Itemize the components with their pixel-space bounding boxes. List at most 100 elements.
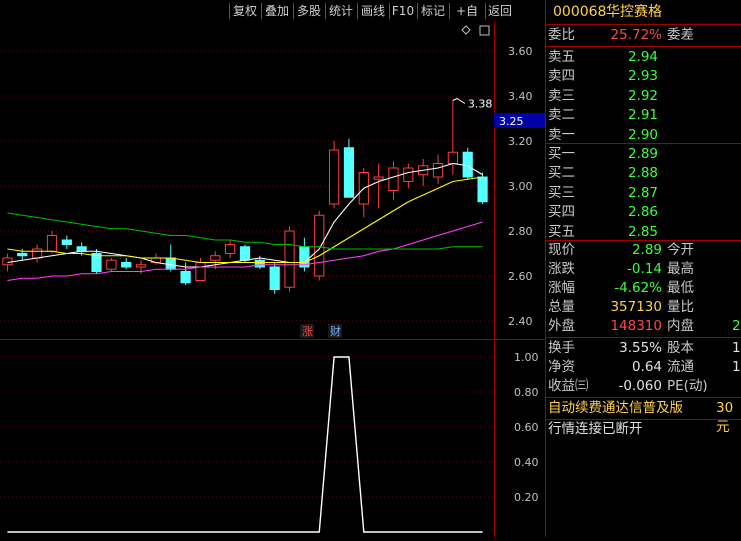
bid-level-label: 买二 xyxy=(548,165,575,182)
candle-body xyxy=(477,176,488,203)
finance-row-eps: 收益㈢ -0.060 PE(动) xyxy=(546,377,741,396)
bid-level-label: 买五 xyxy=(548,223,575,240)
xianjia-label: 现价 xyxy=(548,242,575,258)
bid-level-price: 2.89 xyxy=(627,146,658,162)
candle-body xyxy=(462,151,473,178)
bid-level-row[interactable]: 买一 2.89 xyxy=(546,145,741,164)
liutong-label: 流通 xyxy=(667,359,694,375)
candle-body xyxy=(254,259,265,268)
price-axis-label: 2.80 xyxy=(508,225,533,238)
bid-level-label: 买三 xyxy=(548,184,575,201)
candle-body xyxy=(225,244,236,254)
toolbar-button-3[interactable]: 统计 xyxy=(326,2,356,20)
jingzi-label: 净资 xyxy=(548,359,575,375)
renewal-notice[interactable]: 自动续费通达信普及版 30元 xyxy=(546,399,741,435)
quote-row-volume: 总量 357130 量比 xyxy=(546,298,741,317)
huanshou-value: 3.55% xyxy=(619,340,662,356)
connection-status: 行情连接已断开 xyxy=(546,420,741,439)
toolbar-button-7[interactable]: +自选 xyxy=(450,2,484,36)
candle-body xyxy=(388,167,399,191)
candle-body xyxy=(343,147,355,198)
stock-code: 000068 xyxy=(553,4,607,20)
cai-marker: 财 xyxy=(330,324,341,338)
indicator-axis-label: 0.80 xyxy=(514,386,539,399)
bid-level-row[interactable]: 买五 2.85 xyxy=(546,223,741,242)
chart-toolbar: 复权叠加多股统计画线F10标记+自选返回 xyxy=(0,0,545,36)
shouyi-label: 收益㈢ xyxy=(548,378,589,394)
toolbar-button-6[interactable]: 标记 xyxy=(418,2,448,20)
bid-level-price: 2.85 xyxy=(627,223,658,240)
ask-level-row[interactable]: 卖五 2.94 xyxy=(546,48,741,67)
price-axis-label: 3.20 xyxy=(508,135,533,148)
zhangfu-value: -4.62% xyxy=(614,280,662,296)
liangbi-label: 量比 xyxy=(667,299,694,315)
current-price-tag: 3.25 xyxy=(494,113,545,128)
zhang-marker: 涨 xyxy=(302,325,313,338)
indicator-axis-label: 0.40 xyxy=(514,456,539,469)
price-axis-label: 3.40 xyxy=(508,90,533,103)
liutong-value: 1 xyxy=(732,359,741,375)
candle-body xyxy=(32,248,43,259)
jinkai-label: 今开 xyxy=(667,242,694,258)
ask-level-price: 2.91 xyxy=(627,107,658,124)
neipan-label: 内盘 xyxy=(667,318,694,334)
ask-level-price: 2.94 xyxy=(627,49,658,65)
candle-body xyxy=(447,151,458,164)
finance-row-turnover: 换手 3.55% 股本 1 xyxy=(546,339,741,358)
toolbar-button-0[interactable]: 复权 xyxy=(230,2,260,20)
neipan-value: 20 xyxy=(732,318,741,334)
candle-body xyxy=(328,149,340,205)
jingzi-value: 0.64 xyxy=(631,359,662,375)
toolbar-button-8[interactable]: 返回 xyxy=(486,2,514,20)
weibi-label: 委比 xyxy=(548,27,575,43)
price-axis-label: 3.60 xyxy=(508,45,533,58)
bid-level-row[interactable]: 买二 2.88 xyxy=(546,164,741,183)
zuigao-label: 最高 xyxy=(667,261,694,277)
zuidi-label: 最低 xyxy=(667,280,694,296)
toolbar-button-5[interactable]: F10 xyxy=(390,2,416,20)
candle-body xyxy=(432,163,444,178)
ask-level-row[interactable]: 卖二 2.91 xyxy=(546,106,741,125)
svg-text:3.38: 3.38 xyxy=(468,98,493,111)
ask-level-row[interactable]: 卖一 2.90 xyxy=(546,126,741,145)
quote-row-price: 现价 2.89 今开 xyxy=(546,241,741,260)
candle-body xyxy=(195,262,206,281)
notice-text[interactable]: 自动续费通达信普及版 xyxy=(548,399,683,418)
weibi-row: 委比 25.72% 委差 xyxy=(546,26,741,45)
candle-body xyxy=(165,257,176,270)
candle-body xyxy=(403,167,414,182)
stock-title: 000068 华控赛格 xyxy=(546,3,741,24)
finance-row-netasset: 净资 0.64 流通 1 xyxy=(546,358,741,377)
waipan-value: 148310 xyxy=(610,318,662,334)
candle-body xyxy=(284,230,295,288)
toolbar-button-1[interactable]: 叠加 xyxy=(262,2,292,20)
quote-row-pct: 涨幅 -4.62% 最低 xyxy=(546,279,741,298)
ask-level-row[interactable]: 卖四 2.93 xyxy=(546,67,741,86)
zhangdie-value: -0.14 xyxy=(627,261,662,277)
ask-level-row[interactable]: 卖三 2.92 xyxy=(546,87,741,106)
bid-level-row[interactable]: 买四 2.86 xyxy=(546,203,741,222)
ask-level-price: 2.90 xyxy=(627,126,658,143)
zhangfu-label: 涨幅 xyxy=(548,280,575,296)
candle-body xyxy=(180,271,191,284)
stock-name: 华控赛格 xyxy=(606,4,662,20)
toolbar-button-2[interactable]: 多股 xyxy=(294,2,324,20)
candle-body xyxy=(239,246,251,261)
candle-body xyxy=(373,176,384,180)
price-axis-label: 2.40 xyxy=(508,315,533,328)
bid-level-row[interactable]: 买三 2.87 xyxy=(546,184,741,203)
candle-body xyxy=(121,262,132,268)
huanshou-label: 换手 xyxy=(548,340,575,356)
indicator-axis-label: 1.00 xyxy=(514,351,539,364)
candle-body xyxy=(269,266,280,290)
chart-area[interactable]: 3.60 3.40 3.20 3.00 2.80 2.60 2.40 1.00 0.80 0.6… xyxy=(0,22,545,537)
bid-level-label: 买四 xyxy=(548,204,575,221)
toolbar-button-4[interactable]: 画线 xyxy=(358,2,388,20)
quote-row-change: 涨跌 -0.14 最高 xyxy=(546,260,741,279)
candle-body xyxy=(135,264,147,268)
price-axis-label: 3.00 xyxy=(508,180,533,193)
zhangdie-label: 涨跌 xyxy=(548,261,575,277)
zongliang-label: 总量 xyxy=(548,299,575,315)
indicator-axis-label: 0.60 xyxy=(514,421,539,434)
candle-body xyxy=(17,253,28,257)
